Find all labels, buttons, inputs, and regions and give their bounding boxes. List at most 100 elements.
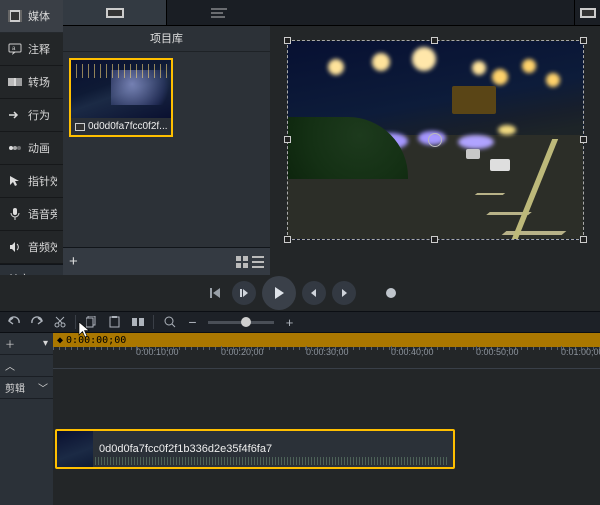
annotation-icon: a: [8, 42, 22, 56]
playback-bar: [0, 275, 600, 311]
prev-frame-button[interactable]: [204, 282, 226, 304]
sidebar: 媒体 a 注释 转场 行为: [0, 0, 63, 275]
resize-handle[interactable]: [580, 236, 587, 243]
list-view-button[interactable]: [252, 256, 264, 268]
ruler-tick: 0:00:20;00: [221, 347, 264, 357]
zoom-slider[interactable]: [208, 321, 274, 324]
clip-name-text: 0d0d0fa7fcc0f2f1b336d2e35f4f6fa7: [93, 443, 278, 455]
media-grid: 0d0d0fa7fcc0f2f...: [63, 52, 270, 247]
track-collapse-row[interactable]: ︿: [0, 355, 53, 377]
media-item[interactable]: 0d0d0fa7fcc0f2f...: [69, 58, 173, 137]
library-tabs: [63, 0, 270, 26]
sidebar-item-label: 媒体: [28, 8, 50, 24]
redo-button[interactable]: [29, 315, 44, 330]
cursor-icon: [8, 174, 22, 188]
sidebar-item-animation[interactable]: 动画: [0, 132, 63, 165]
preview-tab[interactable]: [574, 0, 600, 25]
ruler-tick: 0:00:30;00: [306, 347, 349, 357]
ruler-tick: 0:01:00;00: [561, 347, 600, 357]
add-track-button[interactable]: ＋: [5, 336, 15, 351]
timeline: ＋ ▾ ︿ 剪辑 ﹀ ◆ 0:00:00;00 0:00:10;00 0:00:…: [0, 333, 600, 505]
zoom-in-button[interactable]: +: [282, 315, 297, 330]
step-forward-button[interactable]: [302, 281, 326, 305]
time-ruler[interactable]: 0:00:10;00 0:00:20;00 0:00:30;00 0:00:40…: [53, 347, 600, 369]
sidebar-item-media[interactable]: 媒体: [0, 0, 63, 33]
animation-icon: [8, 141, 22, 155]
behavior-icon: [8, 108, 22, 122]
undo-button[interactable]: [6, 315, 21, 330]
transition-icon: [8, 75, 22, 89]
media-thumbnail: [71, 60, 171, 118]
library-tab-media[interactable]: [63, 0, 167, 25]
timeline-clip[interactable]: 0d0d0fa7fcc0f2f1b336d2e35f4f6fa7: [55, 429, 455, 469]
play-button[interactable]: [262, 276, 296, 310]
tracks-header-column: ＋ ▾ ︿ 剪辑 ﹀: [0, 333, 53, 505]
microphone-icon: [8, 207, 22, 221]
copy-button[interactable]: [84, 315, 99, 330]
library-title: 项目库: [63, 26, 270, 52]
rotate-handle[interactable]: [428, 133, 442, 147]
list-bars-icon: [211, 8, 227, 18]
paste-button[interactable]: [107, 315, 122, 330]
film-strip-icon: [8, 9, 22, 23]
cut-button[interactable]: [52, 315, 67, 330]
sidebar-item-cursor-effects[interactable]: 指针效果: [0, 165, 63, 198]
sidebar-item-label: 注释: [28, 41, 50, 57]
sidebar-item-behavior[interactable]: 行为: [0, 99, 63, 132]
sidebar-item-annotation[interactable]: a 注释: [0, 33, 63, 66]
zoom-search-icon: [162, 315, 177, 330]
film-strip-icon: [75, 123, 85, 131]
clip-waveform: [95, 457, 449, 465]
library-panel: 项目库 0d0d0fa7fcc0f2f... +: [63, 0, 270, 275]
preview-panel: [270, 0, 600, 275]
library-tab-list[interactable]: [167, 0, 270, 25]
sidebar-item-label: 语音旁白: [28, 206, 57, 222]
speaker-icon: [8, 240, 22, 254]
record-marker-button[interactable]: [386, 288, 396, 298]
sidebar-item-transition[interactable]: 转场: [0, 66, 63, 99]
playhead-time-text: 0:00:00;00: [66, 335, 126, 346]
chevron-up-icon: ︿: [5, 358, 15, 373]
sidebar-item-label: 转场: [28, 74, 50, 90]
track-menu-button[interactable]: ▾: [43, 338, 48, 349]
zoom-slider-handle[interactable]: [241, 317, 251, 327]
split-button[interactable]: [130, 315, 145, 330]
resize-handle[interactable]: [580, 37, 587, 44]
sidebar-item-narration[interactable]: 语音旁白: [0, 198, 63, 231]
ruler-tick: 0:00:10;00: [136, 347, 179, 357]
resize-handle[interactable]: [431, 37, 438, 44]
sidebar-item-label: 行为: [28, 107, 50, 123]
step-back-button[interactable]: [232, 281, 256, 305]
resize-handle[interactable]: [431, 236, 438, 243]
resize-handle[interactable]: [284, 236, 291, 243]
track-add-row: ＋ ▾: [0, 333, 53, 355]
resize-handle[interactable]: [284, 37, 291, 44]
preview-canvas[interactable]: [287, 40, 584, 240]
next-button[interactable]: [332, 281, 356, 305]
sidebar-item-label: 动画: [28, 140, 50, 156]
resize-handle[interactable]: [284, 136, 291, 143]
library-footer: +: [63, 247, 270, 275]
film-strip-icon: [580, 8, 596, 18]
playhead-marker-icon: ◆: [57, 335, 63, 346]
add-media-button[interactable]: +: [69, 253, 78, 270]
sidebar-item-label: 音频效果: [28, 239, 57, 255]
clip-thumbnail: [57, 431, 93, 467]
timeline-toolbar: − +: [0, 311, 600, 333]
sidebar-item-label: 指针效果: [28, 173, 57, 189]
film-strip-icon: [106, 7, 124, 19]
clip-label-text: 剪辑: [5, 380, 25, 395]
ruler-tick: 0:00:50;00: [476, 347, 519, 357]
sidebar-item-audio-effects[interactable]: 音频效果: [0, 231, 63, 264]
ruler-tick: 0:00:40;00: [391, 347, 434, 357]
clip-section-label[interactable]: 剪辑 ﹀: [0, 377, 53, 399]
preview-tabs: [270, 0, 600, 26]
grid-view-button[interactable]: [236, 256, 248, 268]
svg-text:a: a: [12, 46, 16, 52]
media-name-bar: 0d0d0fa7fcc0f2f...: [71, 118, 171, 135]
playhead-time[interactable]: ◆ 0:00:00;00: [53, 333, 600, 347]
media-name-text: 0d0d0fa7fcc0f2f...: [88, 121, 168, 132]
resize-handle[interactable]: [580, 136, 587, 143]
zoom-out-button[interactable]: −: [185, 315, 200, 330]
chevron-down-icon: ﹀: [38, 380, 48, 395]
